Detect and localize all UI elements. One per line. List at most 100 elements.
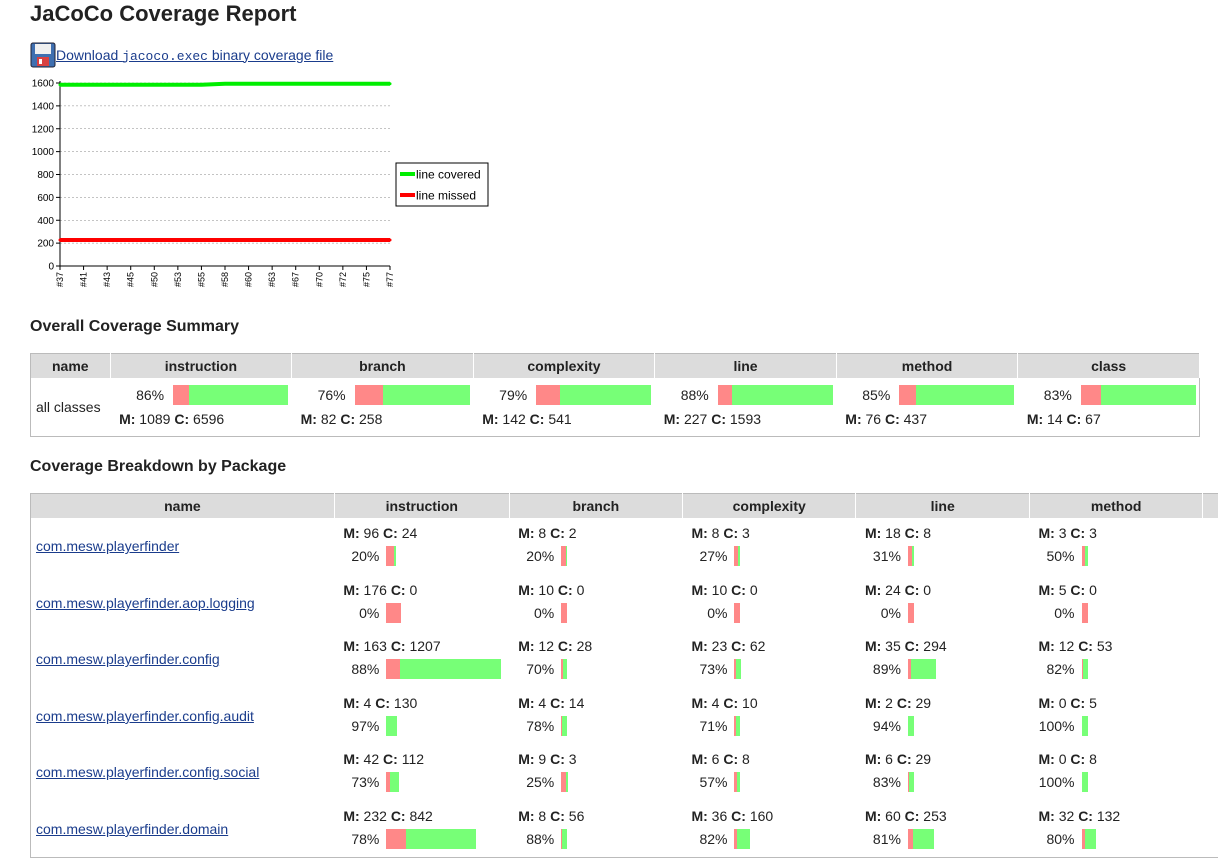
missed-label: M: (864, 694, 882, 711)
missed-bar (386, 659, 401, 679)
covered-bar (1100, 385, 1196, 405)
covered-bar (907, 715, 914, 736)
package-cell-branch: M: 12 C: 28 70% (509, 631, 682, 688)
y-tick-label: 1000 (32, 147, 55, 158)
missed-label: M: (343, 581, 360, 598)
missed-label: M: (691, 581, 708, 598)
package-cell-complexity: M: 23 C: 62 73% (682, 631, 855, 688)
missed-count: 82 (316, 411, 341, 427)
package-cell-complexity: M: 8 C: 3 27% (682, 518, 855, 575)
package-cell-method: M: 5 C: 0 0% (1030, 575, 1203, 632)
data-point (388, 82, 392, 86)
covered-label: C: (1078, 807, 1093, 824)
covered-count: 1207 (405, 638, 441, 654)
coverage-bar (1081, 772, 1088, 792)
covered-bar (910, 659, 936, 679)
missed-label: M: (518, 638, 535, 654)
summary-pct-row: 83% (1018, 385, 1199, 405)
coverage-bar (734, 772, 741, 792)
package-link[interactable]: com.mesw.playerfinder.domain (36, 821, 228, 837)
missed-bar (717, 385, 732, 405)
package-pct-row: 81% (856, 828, 1030, 849)
x-tick-label: #41 (79, 272, 89, 287)
missed-count: 163 (359, 638, 391, 654)
coverage-percent: 70% (526, 661, 555, 677)
package-link[interactable]: com.mesw.playerfinder.config.social (36, 764, 259, 780)
data-point (270, 238, 274, 242)
covered-label: C: (1070, 525, 1086, 541)
covered-count: 0 (745, 581, 758, 598)
data-point (317, 82, 321, 86)
missed-bar (173, 385, 190, 405)
data-point (82, 238, 86, 242)
covered-count: 160 (745, 807, 774, 824)
covered-bar (394, 546, 397, 566)
package-cell-complexity: M: 4 C: 10 71% (682, 688, 855, 745)
missed-label: M: (343, 525, 360, 541)
missed-count: 96 (359, 525, 384, 541)
coverage-percent: 76% (317, 387, 346, 403)
package-pct-row: 83% (856, 772, 1030, 792)
package-cell-instruction: M: 163 C: 1207 88% (334, 631, 509, 688)
coverage-percent: 50% (1046, 548, 1075, 564)
coverage-percent: 88% (351, 661, 380, 677)
y-tick-label: 1600 (32, 79, 55, 90)
download-link[interactable]: Download jacoco.exec binary coverage fil… (56, 47, 333, 64)
summary-table: name instruction branch complexity line metho… (30, 353, 1200, 437)
covered-bar (1082, 659, 1088, 679)
missed-label: M: (864, 807, 882, 824)
covered-bar (737, 828, 751, 849)
coverage-bar (1081, 828, 1096, 849)
package-cell-branch: M: 4 C: 14 78% (509, 688, 682, 745)
covered-label: C: (1070, 581, 1086, 598)
coverage-percent: 79% (499, 387, 528, 403)
package-header-branch: branch (509, 493, 683, 518)
covered-count: 842 (405, 807, 433, 824)
x-tick-label: #37 (55, 272, 65, 287)
summary-header-line: line (654, 353, 837, 378)
coverage-bar (1081, 546, 1088, 566)
coverage-bar (1080, 385, 1196, 405)
covered-bar (736, 659, 742, 679)
package-link[interactable]: com.mesw.playerfinder (36, 538, 179, 554)
covered-label: C: (383, 751, 398, 767)
package-link[interactable]: com.mesw.playerfinder.config (36, 651, 220, 667)
coverage-percent: 88% (526, 830, 555, 847)
coverage-percent: 27% (699, 548, 728, 564)
covered-bar (908, 772, 914, 792)
package-link[interactable]: com.mesw.playerfinder.aop.logging (36, 595, 255, 611)
package-cell-branch: M: 9 C: 3 25% (509, 744, 682, 801)
x-tick-label: #55 (196, 272, 206, 287)
package-row: com.mesw.playerfinder.config.social M: 42… (31, 744, 1218, 801)
package-name-cell: com.mesw.playerfinder.config.audit (31, 688, 335, 745)
coverage-percent: 100% (1038, 774, 1075, 790)
coverage-percent: 82% (699, 830, 728, 847)
package-link[interactable]: com.mesw.playerfinder.config.audit (36, 708, 254, 724)
y-tick-label: 800 (37, 170, 54, 181)
coverage-bar (561, 715, 568, 736)
package-cell-overflow (1203, 518, 1218, 575)
missed-count: 14 (1043, 411, 1067, 427)
missed-label: M: (518, 807, 535, 824)
coverage-bar (907, 828, 934, 849)
package-pct-row: 82% (682, 828, 855, 849)
covered-label: C: (904, 581, 920, 598)
covered-count: 67 (1081, 411, 1101, 427)
data-point (105, 83, 109, 87)
package-row: com.mesw.playerfinder.domain M: 232 C: 84… (31, 801, 1218, 858)
missed-covered-counts: M: 227 C: 1593 (655, 411, 837, 427)
covered-count: 132 (1092, 807, 1121, 824)
covered-bar (1081, 772, 1088, 792)
missed-bar (536, 385, 561, 405)
coverage-percent: 100% (1038, 717, 1075, 734)
x-tick-label: #67 (291, 272, 301, 287)
covered-bar (731, 385, 833, 405)
missed-label: M: (864, 751, 882, 767)
package-cell-overflow (1203, 631, 1218, 688)
coverage-percent: 83% (1043, 387, 1072, 403)
package-pct-row: 20% (334, 546, 509, 566)
missed-count: 8 (707, 525, 724, 541)
missed-label: M: (343, 751, 360, 767)
package-pct-row: 70% (509, 659, 682, 679)
covered-bar (738, 546, 741, 566)
